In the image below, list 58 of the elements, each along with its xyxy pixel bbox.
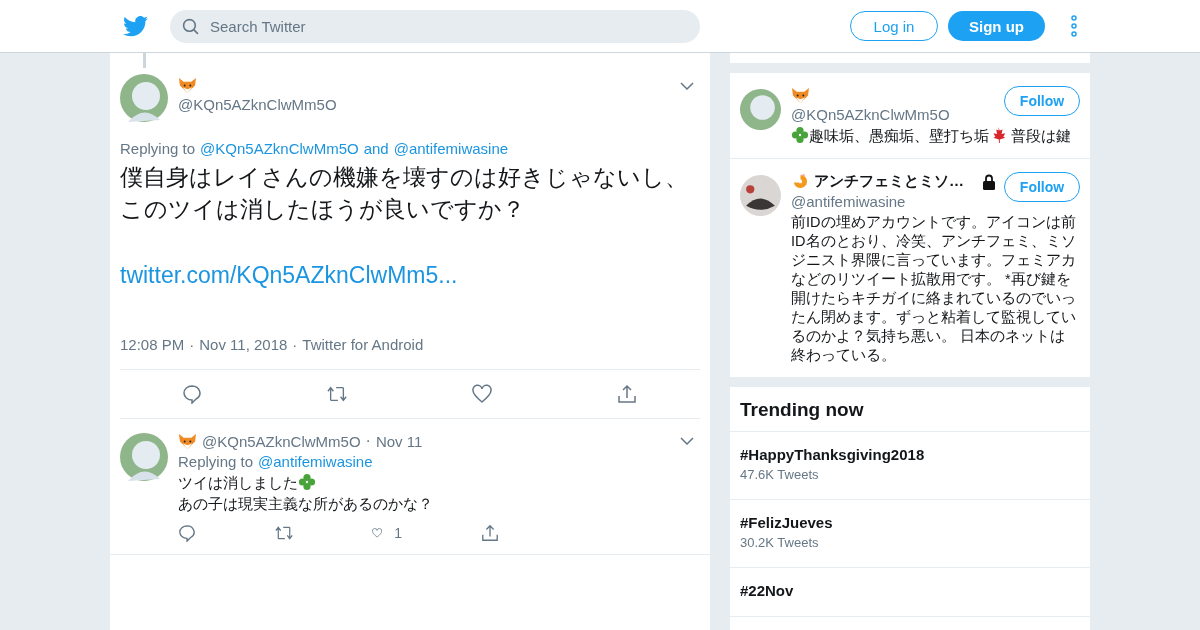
replying-label: Replying to — [178, 453, 254, 470]
user-name[interactable]: アンチフェミとミソ… — [814, 172, 964, 191]
fox-icon — [791, 86, 810, 104]
separator-dot: · — [365, 432, 371, 450]
tweet-count: 30.2K Tweets — [740, 535, 820, 550]
heart-icon[interactable] — [472, 384, 492, 404]
mention-link[interactable]: @antifemiwasine — [393, 140, 509, 157]
user-handle[interactable]: @KQn5AZknClwMm5O — [791, 106, 950, 123]
separator-dot: · — [189, 336, 195, 353]
and-label: and — [363, 140, 389, 157]
tweet-text: 僕自身はレイさんの機嫌を壊すのは好きじゃないし、 — [120, 163, 689, 192]
share-icon[interactable] — [617, 384, 637, 404]
tweet-text: ツイは消しました — [178, 474, 298, 491]
user-bio: 趣味垢、愚痴垢、壁打ち垢 — [809, 128, 989, 144]
more-icon[interactable] — [1071, 15, 1077, 37]
tweet-meta: 12:08 PM — [120, 336, 185, 353]
reply-icon[interactable] — [178, 524, 196, 542]
chevron-icon[interactable] — [680, 437, 694, 445]
tweet-text: このツイは消したほうが良いですか？ — [120, 195, 526, 224]
separator-dot: · — [292, 336, 298, 353]
trend-hashtag[interactable]: #HappyThanksgiving2018 — [740, 446, 1080, 463]
tweet-link[interactable]: twitter.com/KQn5AZknClwMm5... — [120, 262, 700, 289]
trend-hashtag[interactable]: #FelizJueves — [740, 514, 1080, 531]
trending-title: Trending now — [730, 387, 1090, 432]
retweet-icon[interactable] — [327, 384, 347, 404]
fox-icon — [178, 432, 197, 450]
lock-icon — [982, 173, 996, 190]
reply-icon[interactable] — [182, 384, 202, 404]
avatar[interactable] — [740, 175, 781, 216]
chevron-icon[interactable] — [680, 82, 694, 90]
shrimp-icon — [791, 173, 810, 190]
trend-hashtag[interactable]: #22Nov — [740, 582, 1080, 599]
clover-icon — [791, 126, 809, 144]
tweet-time[interactable]: Nov 11 — [375, 432, 423, 450]
user-bio: 普段は鍵 — [1010, 128, 1072, 144]
tweet-count: 47.6K Tweets — [740, 467, 820, 482]
tweet-meta: Nov 11, 2018 — [199, 336, 288, 353]
user-bio: 前IDの埋めアカウントです。アイコンは前ID名のとおり、冷笑、アンチフェミ、ミソジニスト界隈に言っています。フェミアカなどのリツイート拡散用です。 *再び鍵を開けたらキチガイに絡まれているのでいったん閉めます。ずっと粘着して監視しているのかよ？気持ち悪い。 日本のネットは終わっている。 — [791, 214, 1076, 363]
follow-button[interactable]: Follow — [1004, 172, 1080, 202]
mention-link[interactable]: @KQn5AZknClwMm5O — [200, 140, 359, 157]
search-icon — [182, 17, 199, 35]
bird-logo-icon[interactable] — [123, 15, 148, 37]
clover-icon — [298, 473, 316, 491]
tweet-text: あの子は現実主義な所があるのかな？ — [178, 495, 433, 512]
login-button[interactable]: Log in — [850, 11, 938, 41]
tweet-meta: Twitter for Android — [302, 336, 424, 353]
share-icon[interactable] — [481, 524, 499, 542]
signup-button[interactable]: Sign up — [948, 11, 1045, 41]
user-handle[interactable]: @KQn5AZknClwMm5O — [202, 432, 361, 450]
retweet-icon[interactable] — [275, 524, 293, 542]
fox-icon — [178, 77, 197, 94]
like-count: 1 — [394, 525, 402, 541]
mention-link[interactable]: @antifemiwasine — [258, 453, 373, 470]
user-handle[interactable]: @antifemiwasine — [791, 193, 996, 210]
follow-button[interactable]: Follow — [1004, 86, 1080, 116]
user-handle[interactable]: @KQn5AZknClwMm5O — [178, 96, 670, 113]
search-field[interactable]: Search Twitter — [170, 9, 700, 43]
replying-label: Replying to — [120, 140, 196, 157]
